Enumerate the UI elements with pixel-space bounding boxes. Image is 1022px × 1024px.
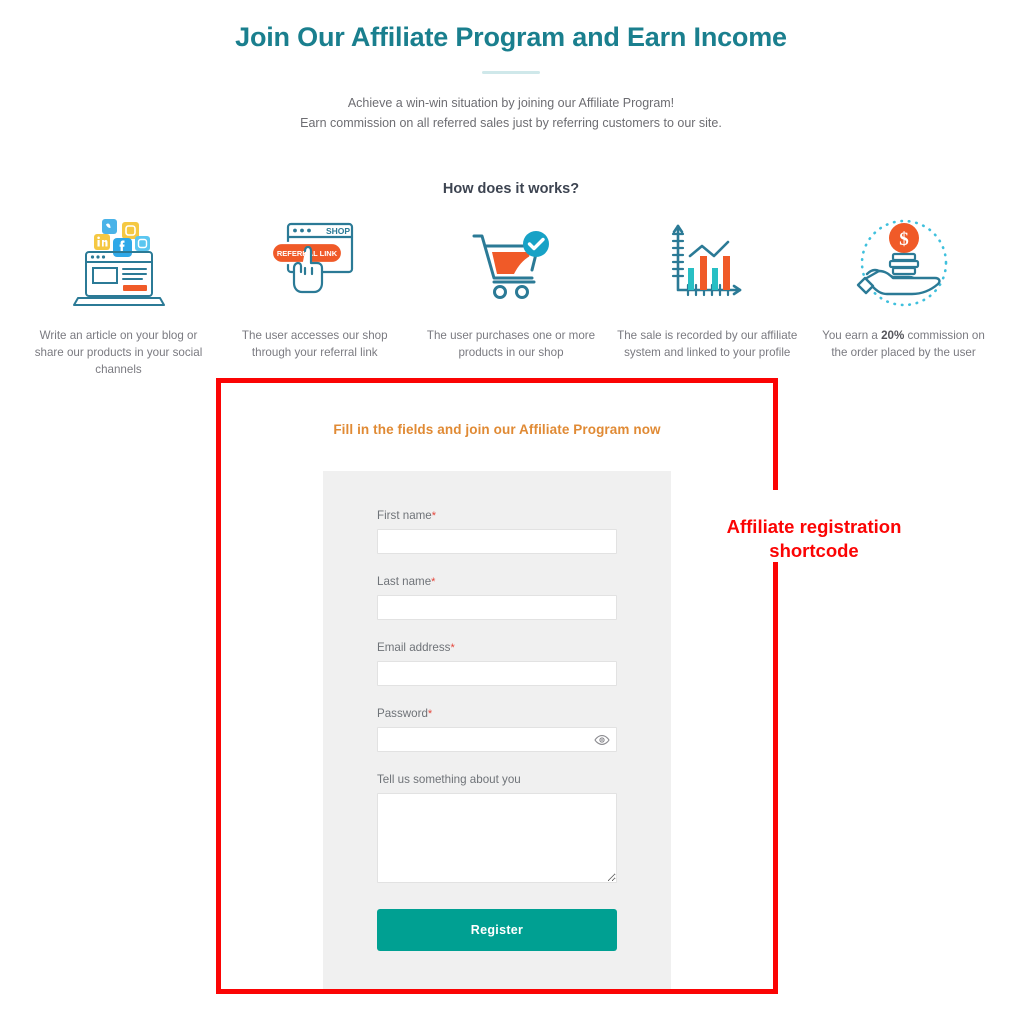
step-item: $ You earn a 20% commission on the order… [813, 213, 994, 361]
first-name-label: First name* [377, 509, 617, 522]
shop-browser-label: SHOP [326, 226, 350, 236]
hand-coins-commission-icon: $ [813, 213, 994, 313]
sales-chart-icon [617, 213, 798, 313]
step-caption: The user accesses our shop through your … [224, 327, 405, 361]
required-asterisk: * [431, 510, 437, 522]
step-caption-line-2: products in our shop [458, 346, 564, 359]
hero-subtitle: Achieve a win-win situation by joining o… [231, 93, 791, 133]
page-title: Join Our Affiliate Program and Earn Inco… [235, 22, 787, 52]
step-caption-line-1: The sale is recorded by our affiliate [617, 329, 798, 342]
required-asterisk: * [427, 708, 433, 720]
step-item: Write an article on your blog or share o… [28, 213, 209, 378]
last-name-label-text: Last name [377, 575, 432, 588]
about-you-label: Tell us something about you [377, 773, 617, 786]
step-caption-line-2: the order placed by the user [831, 346, 976, 359]
blog-social-share-icon [28, 213, 209, 313]
step-caption: The user purchases one or more products … [421, 327, 602, 361]
affiliate-registration-form-section: Fill in the fields and join our Affiliat… [216, 378, 778, 994]
password-label-text: Password [377, 707, 428, 720]
annotation-label-line-2: shortcode [769, 540, 859, 561]
how-it-works-steps: Write an article on your blog or share o… [0, 213, 1022, 378]
password-label: Password* [377, 707, 617, 720]
hero-subtitle-line-2: Earn commission on all referred sales ju… [300, 116, 722, 130]
referral-link-click-icon: SHOP REFERRAL LINK [224, 213, 405, 313]
required-asterisk: * [450, 642, 455, 654]
registration-form-panel: First name* Last name* Email address* Pa… [323, 471, 671, 991]
step-caption-line-2: share our products in your social [34, 346, 203, 359]
step-caption: Write an article on your blog or share o… [28, 327, 209, 378]
email-address-label-text: Email address [377, 641, 451, 654]
how-it-works-title: How does it works? [442, 181, 580, 197]
first-name-input[interactable] [377, 529, 617, 554]
email-address-label: Email address* [377, 641, 617, 654]
form-heading: Fill in the fields and join our Affiliat… [333, 422, 661, 437]
step-item: The sale is recorded by our affiliate sy… [617, 213, 798, 361]
shopping-cart-check-icon [421, 213, 602, 313]
hero-subtitle-line-1: Achieve a win-win situation by joining o… [347, 96, 675, 110]
password-input[interactable] [377, 727, 617, 752]
step-caption-line-1: Write an article on your blog or [39, 329, 198, 342]
register-button[interactable]: Register [377, 909, 617, 951]
field-password: Password* [377, 707, 617, 752]
field-first-name: First name* [377, 509, 617, 554]
step-caption: You earn a 20% commission on the order p… [813, 327, 994, 361]
last-name-label: Last name* [377, 575, 617, 588]
about-you-label-text: Tell us something about you [377, 773, 521, 786]
first-name-label-text: First name [377, 509, 432, 522]
field-about-you: Tell us something about you [377, 773, 617, 883]
step-caption-line-1: The user purchases one or more [426, 329, 596, 342]
email-address-input[interactable] [377, 661, 617, 686]
show-password-eye-icon[interactable] [593, 731, 611, 749]
svg-text:$: $ [899, 229, 909, 250]
title-divider [482, 71, 540, 74]
field-last-name: Last name* [377, 575, 617, 620]
step-item: SHOP REFERRAL LINK The user accesses our… [224, 213, 405, 361]
step-caption-line-1: The user accesses our shop [241, 329, 388, 342]
commission-percent: 20% [881, 329, 905, 342]
step-caption-line-3: channels [95, 363, 142, 376]
step-caption-prefix: You earn a [822, 329, 882, 342]
step-item: The user purchases one or more products … [421, 213, 602, 361]
required-asterisk: * [431, 576, 436, 588]
annotation-label-line-1: Affiliate registration [726, 516, 902, 537]
step-caption-line-2: through your referral link [251, 346, 378, 359]
about-you-textarea[interactable] [377, 793, 617, 883]
step-caption: The sale is recorded by our affiliate sy… [617, 327, 798, 361]
field-email-address: Email address* [377, 641, 617, 686]
last-name-input[interactable] [377, 595, 617, 620]
password-input-wrapper [377, 727, 617, 752]
step-caption-suffix: commission on [904, 329, 985, 342]
hero-section: Join Our Affiliate Program and Earn Inco… [0, 0, 1022, 133]
step-caption-line-2: system and linked to your profile [624, 346, 791, 359]
annotation-label: Affiliate registration shortcode [676, 515, 952, 563]
